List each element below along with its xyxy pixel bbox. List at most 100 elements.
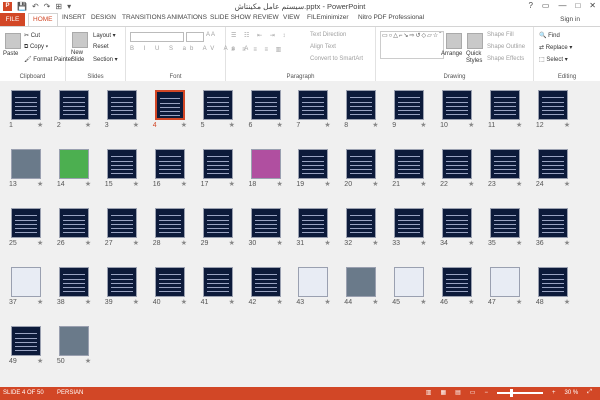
minimize-button[interactable]: — xyxy=(558,1,566,10)
slide-thumbnail[interactable]: 8 ★ xyxy=(344,90,379,129)
slide-preview[interactable] xyxy=(490,149,520,179)
transition-star-icon[interactable]: ★ xyxy=(564,121,570,129)
slide-thumbnail[interactable]: 36 ★ xyxy=(536,208,570,247)
transition-star-icon[interactable]: ★ xyxy=(229,121,235,129)
slide-preview[interactable] xyxy=(394,149,425,179)
slide-preview[interactable] xyxy=(394,208,425,238)
transition-star-icon[interactable]: ★ xyxy=(420,239,426,247)
tab-transitions[interactable]: TRANSITIONS xyxy=(122,14,166,21)
slide-thumbnail[interactable]: 48 ★ xyxy=(536,267,570,306)
tab-file[interactable]: FILE xyxy=(0,13,25,26)
slide-preview[interactable] xyxy=(298,267,329,297)
tab-home[interactable]: HOME xyxy=(28,13,58,27)
shapes-gallery[interactable]: ▭○△⌐↘⇨↺◇▱☆⌒{} xyxy=(380,31,444,59)
slide-thumbnail[interactable]: 39 ★ xyxy=(105,267,139,306)
slide-preview[interactable] xyxy=(154,149,185,179)
slide-thumbnail[interactable]: 40 ★ xyxy=(153,267,187,306)
slide-preview[interactable] xyxy=(490,208,520,238)
slide-preview[interactable] xyxy=(298,90,329,120)
slide-thumbnail[interactable]: 20 ★ xyxy=(344,149,379,188)
slide-preview[interactable] xyxy=(346,208,377,238)
transition-star-icon[interactable]: ★ xyxy=(277,180,283,188)
slide-preview[interactable] xyxy=(154,208,185,238)
replace-button[interactable]: ⇄ Replace ▾ xyxy=(539,44,572,51)
zoom-slider[interactable] xyxy=(496,388,543,397)
slide-preview[interactable] xyxy=(537,267,568,297)
slide-preview[interactable] xyxy=(442,90,473,120)
transition-star-icon[interactable]: ★ xyxy=(181,298,187,306)
slide-preview[interactable] xyxy=(394,267,425,297)
transition-star-icon[interactable]: ★ xyxy=(85,298,91,306)
slide-preview[interactable] xyxy=(154,267,185,297)
transition-star-icon[interactable]: ★ xyxy=(516,121,522,129)
transition-star-icon[interactable]: ★ xyxy=(37,239,43,247)
transition-star-icon[interactable]: ★ xyxy=(516,298,522,306)
transition-star-icon[interactable]: ★ xyxy=(468,239,474,247)
slide-preview[interactable] xyxy=(298,208,329,238)
slide-preview[interactable] xyxy=(58,267,89,297)
slide-thumbnail[interactable]: 37 ★ xyxy=(9,267,43,306)
transition-star-icon[interactable]: ★ xyxy=(229,239,235,247)
slide-thumbnail[interactable]: 43 ★ xyxy=(296,267,331,306)
slide-thumbnail[interactable]: 18 ★ xyxy=(249,149,283,188)
slide-thumbnail[interactable]: 30 ★ xyxy=(249,208,283,247)
slide-preview[interactable] xyxy=(537,149,568,179)
slide-preview[interactable] xyxy=(442,208,473,238)
slide-preview[interactable] xyxy=(346,149,377,179)
transition-star-icon[interactable]: ★ xyxy=(516,239,522,247)
font-size-select[interactable] xyxy=(186,32,204,42)
transition-star-icon[interactable]: ★ xyxy=(277,298,283,306)
copy-button[interactable]: ⧉ Copy ▾ xyxy=(24,44,48,51)
transition-star-icon[interactable]: ★ xyxy=(420,298,426,306)
slide-thumbnail[interactable]: 15 ★ xyxy=(105,149,139,188)
slide-thumbnail[interactable]: 29 ★ xyxy=(201,208,235,247)
slide-thumbnail[interactable]: 19 ★ xyxy=(296,149,331,188)
slide-thumbnail[interactable]: 42 ★ xyxy=(249,267,283,306)
slide-thumbnail[interactable]: 25 ★ xyxy=(9,208,43,247)
tab-nitro-pdf[interactable]: Nitro PDF Professional xyxy=(358,14,424,21)
slide-thumbnail[interactable]: 13 ★ xyxy=(9,149,43,188)
tab-review[interactable]: REVIEW xyxy=(253,14,279,21)
slide-preview[interactable] xyxy=(58,208,89,238)
slide-preview[interactable] xyxy=(11,326,41,356)
transition-star-icon[interactable]: ★ xyxy=(277,121,283,129)
slide-thumbnail[interactable]: 35 ★ xyxy=(488,208,522,247)
slide-preview[interactable] xyxy=(490,267,520,297)
slide-show-icon[interactable]: ▭ xyxy=(470,389,476,396)
slide-preview[interactable] xyxy=(106,149,137,179)
transition-star-icon[interactable]: ★ xyxy=(564,298,570,306)
ribbon-display-button[interactable]: ▭ xyxy=(542,1,550,10)
transition-star-icon[interactable]: ★ xyxy=(85,239,91,247)
transition-star-icon[interactable]: ★ xyxy=(85,357,91,365)
transition-star-icon[interactable]: ★ xyxy=(324,121,330,129)
slide-preview[interactable] xyxy=(154,90,185,120)
slide-preview[interactable] xyxy=(250,267,281,297)
transition-star-icon[interactable]: ★ xyxy=(85,121,91,129)
shape-effects-button[interactable]: Shape Effects xyxy=(487,56,524,62)
transition-star-icon[interactable]: ★ xyxy=(37,121,43,129)
slide-preview[interactable] xyxy=(250,208,281,238)
slide-thumbnail[interactable]: 24 ★ xyxy=(536,149,570,188)
transition-star-icon[interactable]: ★ xyxy=(420,121,426,129)
slide-preview[interactable] xyxy=(11,149,41,179)
tab-insert[interactable]: INSERT xyxy=(62,14,86,21)
arrange-button[interactable]: Arrange xyxy=(441,51,462,57)
slide-thumbnail[interactable]: 46 ★ xyxy=(440,267,474,306)
paste-button[interactable]: Paste xyxy=(3,51,18,57)
list-buttons[interactable]: ☰ ☷ ⇤ ⇥ ↕ xyxy=(231,32,288,39)
slide-thumbnail[interactable]: 22 ★ xyxy=(440,149,474,188)
tab-view[interactable]: VIEW xyxy=(283,14,300,21)
zoom-in-button[interactable]: + xyxy=(552,390,556,396)
slide-thumbnail[interactable]: 47 ★ xyxy=(488,267,522,306)
slide-thumbnail[interactable]: 14 ★ xyxy=(57,149,91,188)
slide-thumbnail[interactable]: 44 ★ xyxy=(344,267,379,306)
slide-thumbnail[interactable]: 26 ★ xyxy=(57,208,91,247)
slide-preview[interactable] xyxy=(106,90,137,120)
slide-thumbnail[interactable]: 17 ★ xyxy=(201,149,235,188)
slide-thumbnail[interactable]: 45 ★ xyxy=(392,267,426,306)
slide-preview[interactable] xyxy=(58,326,89,356)
transition-star-icon[interactable]: ★ xyxy=(468,180,474,188)
slide-preview[interactable] xyxy=(537,208,568,238)
reset-button[interactable]: Reset xyxy=(93,44,109,50)
transition-star-icon[interactable]: ★ xyxy=(181,239,187,247)
